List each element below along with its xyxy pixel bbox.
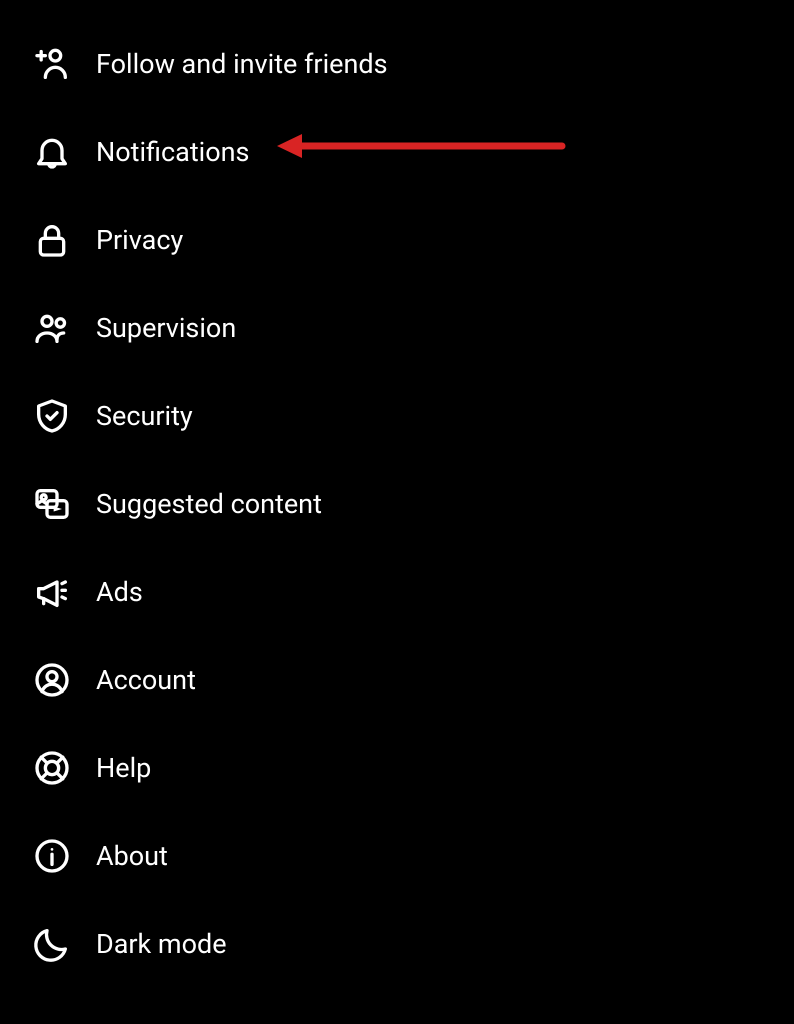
megaphone-icon [30,570,74,614]
settings-item-label: Help [96,752,151,784]
settings-item-label: Supervision [96,312,236,344]
settings-list: Follow and invite friends Notifications … [0,0,794,1008]
settings-item-privacy[interactable]: Privacy [0,196,794,284]
media-icon [30,482,74,526]
moon-icon [30,922,74,966]
settings-item-label: About [96,840,168,872]
settings-item-label: Suggested content [96,488,322,520]
settings-item-label: Privacy [96,224,183,256]
people-icon [30,306,74,350]
settings-item-supervision[interactable]: Supervision [0,284,794,372]
settings-item-security[interactable]: Security [0,372,794,460]
settings-item-ads[interactable]: Ads [0,548,794,636]
settings-item-label: Follow and invite friends [96,48,388,80]
settings-item-label: Ads [96,576,143,608]
settings-item-label: Notifications [96,136,249,168]
settings-item-account[interactable]: Account [0,636,794,724]
settings-item-label: Security [96,400,193,432]
settings-item-label: Account [96,664,196,696]
follow-invite-icon [30,42,74,86]
account-circle-icon [30,658,74,702]
lock-icon [30,218,74,262]
settings-item-suggested-content[interactable]: Suggested content [0,460,794,548]
lifebuoy-icon [30,746,74,790]
bell-icon [30,130,74,174]
settings-item-notifications[interactable]: Notifications [0,108,794,196]
settings-item-dark-mode[interactable]: Dark mode [0,900,794,988]
info-circle-icon [30,834,74,878]
settings-item-follow-invite[interactable]: Follow and invite friends [0,20,794,108]
settings-item-help[interactable]: Help [0,724,794,812]
shield-check-icon [30,394,74,438]
settings-item-label: Dark mode [96,928,227,960]
settings-item-about[interactable]: About [0,812,794,900]
